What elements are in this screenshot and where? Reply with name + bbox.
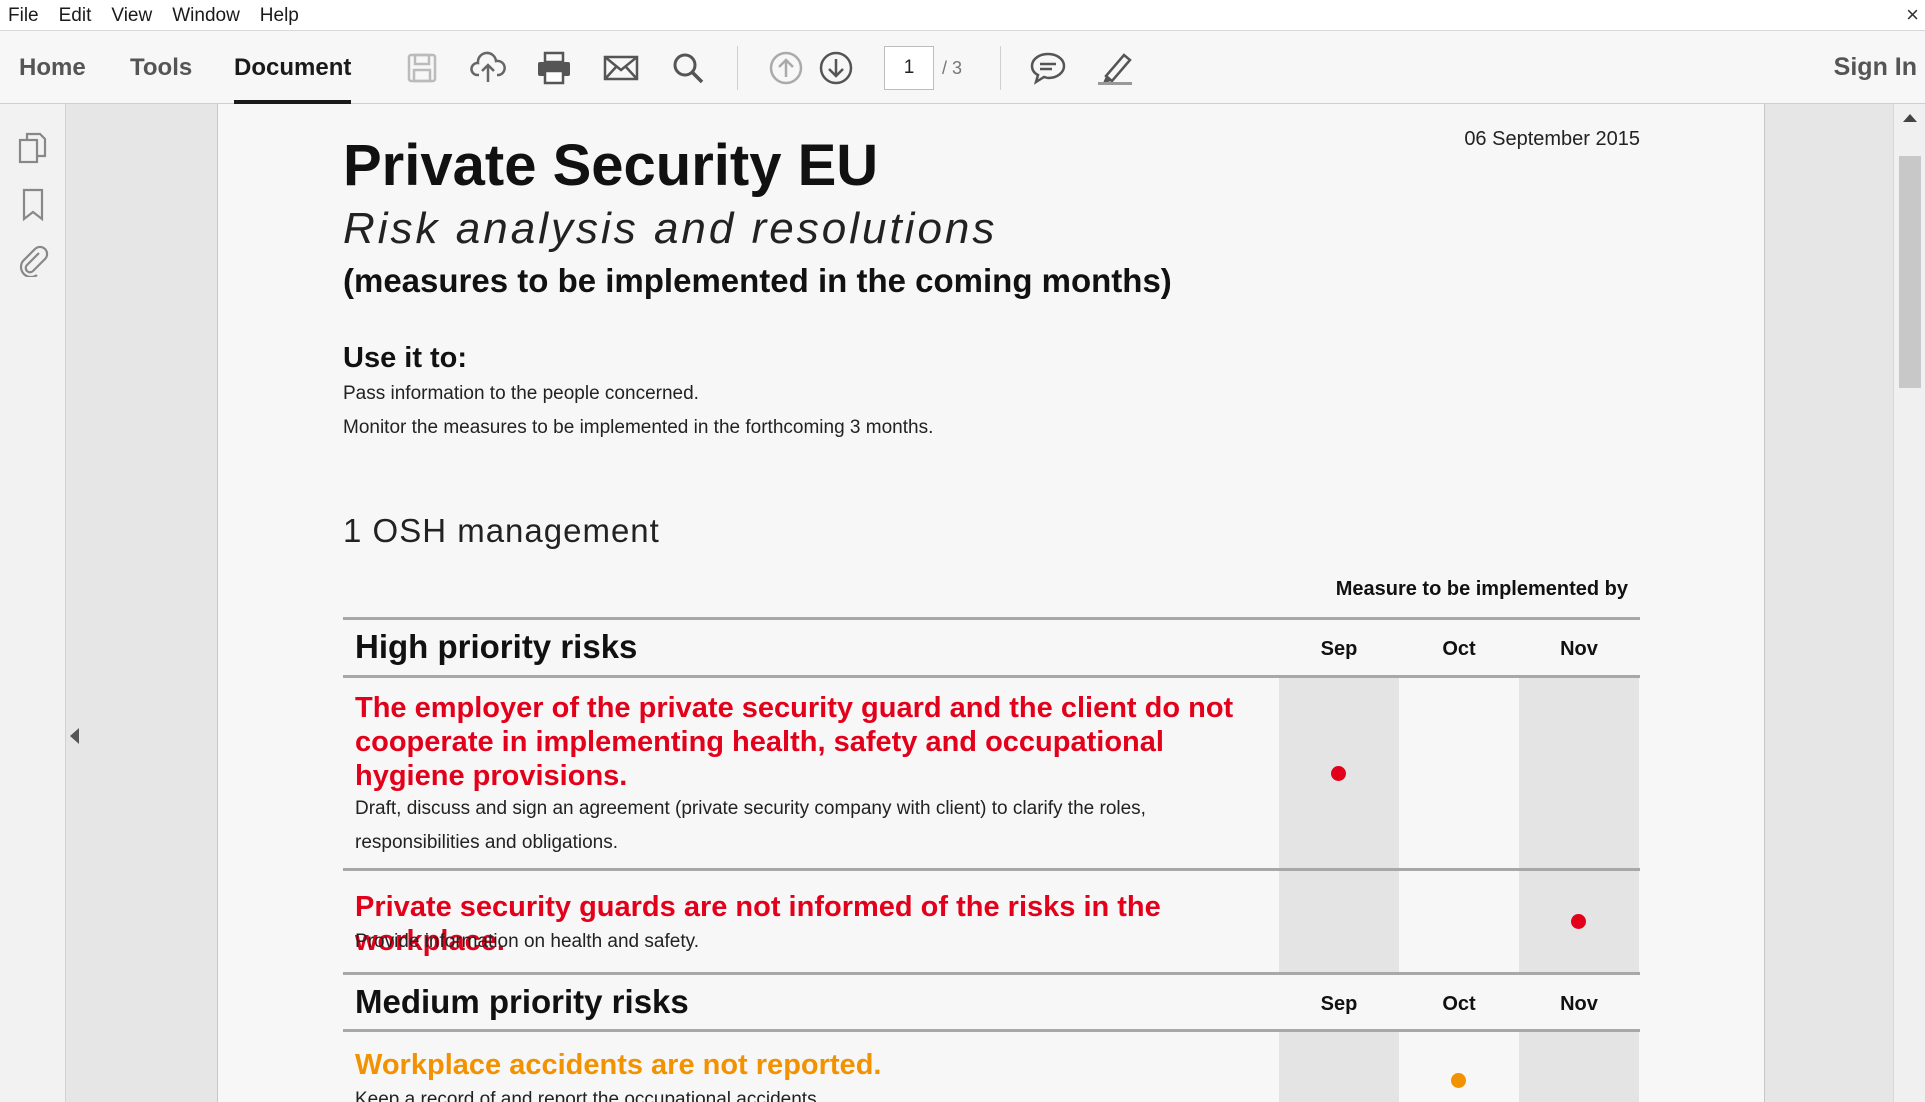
measure-label: Measure to be implemented by <box>1335 578 1628 600</box>
scroll-thumb[interactable] <box>1899 156 1921 388</box>
table-rule <box>343 868 1640 871</box>
measure-dot-nov <box>1571 914 1586 929</box>
toolbar-divider <box>737 46 738 90</box>
tab-tools[interactable]: Tools <box>130 31 192 104</box>
document-subtitle: Risk analysis and resolutions <box>343 204 998 253</box>
document-date: 06 September 2015 <box>1464 128 1640 150</box>
bookmark-icon[interactable] <box>14 185 52 225</box>
menu-window[interactable]: Window <box>162 0 250 31</box>
left-rail <box>0 104 66 1102</box>
month-header: Oct <box>1442 993 1476 1015</box>
month-header: Sep <box>1320 638 1358 660</box>
vertical-scrollbar[interactable] <box>1893 104 1925 1102</box>
high-priority-heading: High priority risks <box>355 628 638 665</box>
month-header: Nov <box>1560 993 1598 1015</box>
use-line: Pass information to the people concerned… <box>343 383 699 404</box>
save-icon[interactable] <box>403 49 441 87</box>
sep-column-shade <box>1279 871 1399 972</box>
risk-title: The employer of the private security gua… <box>355 692 1234 792</box>
nov-column-shade <box>1519 678 1639 868</box>
sign-in-button[interactable]: Sign In <box>1834 31 1917 104</box>
section-title: 1 OSH management <box>343 512 660 549</box>
use-line: Monitor the measures to be implemented i… <box>343 417 934 438</box>
email-icon[interactable] <box>602 49 640 87</box>
prev-page-icon[interactable] <box>767 49 805 87</box>
pages-icon[interactable] <box>14 128 52 168</box>
document-page: Private Security EU Risk analysis and re… <box>217 104 1765 1102</box>
document-subnote: (measures to be implemented in the comin… <box>343 262 1172 299</box>
tab-home[interactable]: Home <box>19 31 86 104</box>
menu-bar: File Edit View Window Help × <box>0 0 1925 31</box>
risk-title: Workplace accidents are not reported. <box>355 1049 882 1081</box>
month-header: Nov <box>1560 638 1598 660</box>
risk-description: Keep a record of and report the occupati… <box>355 1089 822 1102</box>
sep-column-shade <box>1279 1032 1399 1102</box>
page-number-input[interactable]: 1 <box>884 46 934 90</box>
upload-icon[interactable] <box>469 49 507 87</box>
comment-icon[interactable] <box>1029 49 1067 87</box>
menu-view[interactable]: View <box>101 0 162 31</box>
risk-description: Draft, discuss and sign an agreement (pr… <box>355 798 1146 853</box>
risk-description: Provide information on health and safety… <box>355 931 699 952</box>
close-icon[interactable]: × <box>1906 2 1919 28</box>
nov-column-shade <box>1519 1032 1639 1102</box>
menu-edit[interactable]: Edit <box>49 0 102 31</box>
month-header: Oct <box>1442 638 1476 660</box>
menu-file[interactable]: File <box>0 0 49 31</box>
toolbar-divider <box>1000 46 1001 90</box>
use-heading: Use it to: <box>343 342 468 374</box>
attachment-icon[interactable] <box>14 240 52 280</box>
table-rule <box>343 972 1640 975</box>
collapse-panel-arrow[interactable] <box>70 728 79 744</box>
table-rule <box>343 675 1640 678</box>
menu-help[interactable]: Help <box>250 0 309 31</box>
search-icon[interactable] <box>669 49 707 87</box>
document-title: Private Security EU <box>343 133 879 198</box>
table-rule <box>343 1029 1640 1032</box>
tab-document[interactable]: Document <box>234 31 352 104</box>
medium-priority-heading: Medium priority risks <box>355 983 689 1020</box>
toolbar: Home Tools Document 1 / 3 Sign In <box>0 31 1925 104</box>
measure-dot-oct <box>1451 1073 1466 1088</box>
table-rule <box>343 617 1640 620</box>
month-header: Sep <box>1320 993 1358 1015</box>
measure-dot-sep <box>1331 766 1346 781</box>
print-icon[interactable] <box>535 49 573 87</box>
next-page-icon[interactable] <box>817 49 855 87</box>
scroll-up-arrow[interactable] <box>1903 114 1917 122</box>
highlight-pen-icon[interactable] <box>1096 49 1134 87</box>
page-total: / 3 <box>942 58 963 78</box>
